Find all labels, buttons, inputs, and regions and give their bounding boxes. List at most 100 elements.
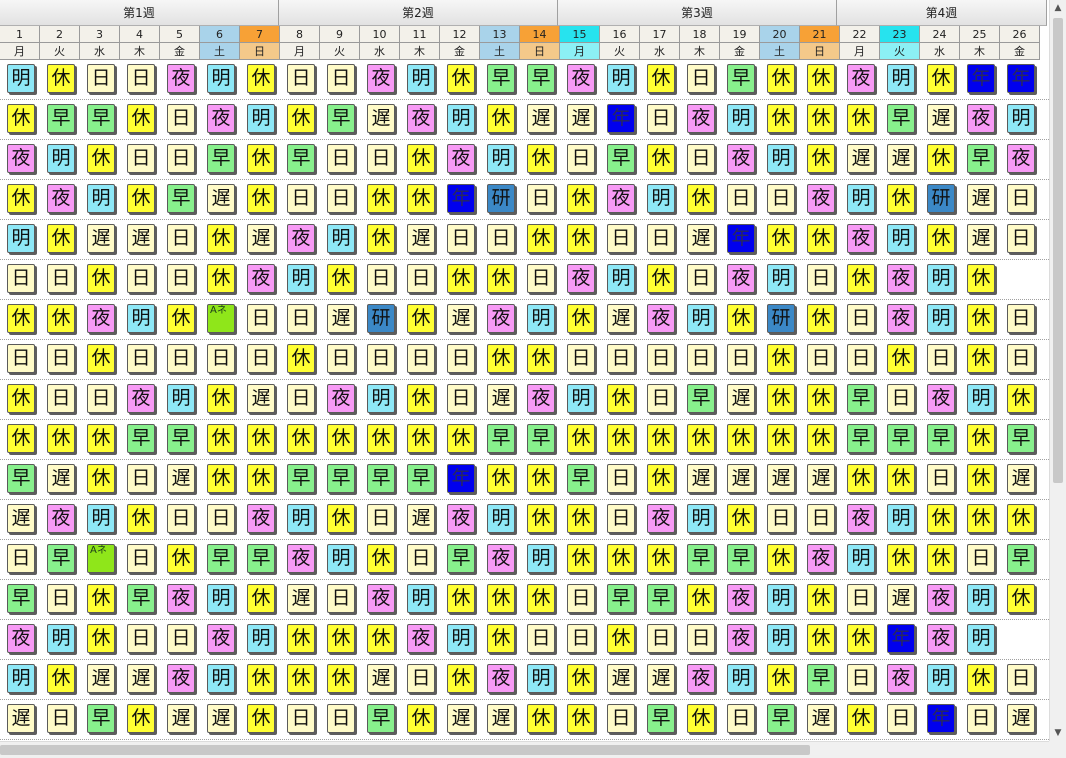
- shift-badge[interactable]: 早: [207, 144, 235, 173]
- schedule-cell[interactable]: 早: [200, 540, 240, 579]
- schedule-cell[interactable]: 早: [520, 60, 560, 99]
- shift-badge[interactable]: 日: [287, 184, 315, 213]
- shift-badge[interactable]: 休: [447, 584, 475, 613]
- shift-badge[interactable]: 日: [1007, 304, 1035, 333]
- shift-badge[interactable]: 休: [247, 144, 275, 173]
- shift-badge[interactable]: 日: [327, 584, 355, 613]
- schedule-cell[interactable]: 明: [440, 620, 480, 659]
- schedule-cell[interactable]: 明: [720, 660, 760, 699]
- schedule-cell[interactable]: 遅: [200, 180, 240, 219]
- schedule-cell[interactable]: 休: [800, 300, 840, 339]
- schedule-cell[interactable]: 休: [960, 660, 1000, 699]
- shift-badge[interactable]: 遅: [767, 464, 795, 493]
- shift-badge[interactable]: 夜: [7, 624, 35, 653]
- shift-badge[interactable]: 休: [367, 544, 395, 573]
- shift-badge[interactable]: 早: [647, 584, 675, 613]
- schedule-cell[interactable]: 休: [640, 140, 680, 179]
- shift-badge[interactable]: 明: [247, 104, 275, 133]
- schedule-cell[interactable]: 夜: [240, 260, 280, 299]
- shift-badge[interactable]: 日: [367, 344, 395, 373]
- shift-badge[interactable]: 休: [247, 704, 275, 733]
- schedule-cell[interactable]: 休: [120, 180, 160, 219]
- shift-badge[interactable]: 遅: [487, 704, 515, 733]
- schedule-cell[interactable]: 休: [960, 460, 1000, 499]
- shift-badge[interactable]: 早: [847, 384, 875, 413]
- schedule-cell[interactable]: 明: [920, 660, 960, 699]
- schedule-cell[interactable]: 休: [520, 140, 560, 179]
- schedule-cell[interactable]: 休: [0, 100, 40, 139]
- schedule-cell[interactable]: 休: [120, 100, 160, 139]
- shift-badge[interactable]: 日: [47, 384, 75, 413]
- schedule-cell[interactable]: 休: [0, 180, 40, 219]
- shift-badge[interactable]: 日: [687, 344, 715, 373]
- shift-badge[interactable]: 遅: [207, 704, 235, 733]
- shift-badge[interactable]: 日: [47, 344, 75, 373]
- schedule-cell[interactable]: 遅: [80, 660, 120, 699]
- schedule-cell[interactable]: 夜: [920, 580, 960, 619]
- shift-badge[interactable]: 明: [767, 264, 795, 293]
- shift-badge[interactable]: 休: [367, 424, 395, 453]
- scroll-down-arrow-icon[interactable]: ▼: [1050, 725, 1066, 741]
- schedule-cell[interactable]: 日: [800, 500, 840, 539]
- schedule-cell[interactable]: 夜: [280, 220, 320, 259]
- shift-badge[interactable]: 休: [567, 224, 595, 253]
- shift-badge[interactable]: 遅: [247, 384, 275, 413]
- shift-badge[interactable]: 日: [127, 624, 155, 653]
- schedule-cell[interactable]: 日: [640, 100, 680, 139]
- schedule-cell[interactable]: 遅: [280, 580, 320, 619]
- shift-badge[interactable]: 日: [367, 144, 395, 173]
- schedule-cell[interactable]: 休: [320, 620, 360, 659]
- schedule-cell[interactable]: 夜: [640, 500, 680, 539]
- shift-badge[interactable]: 早: [487, 424, 515, 453]
- shift-badge[interactable]: 日: [807, 264, 835, 293]
- shift-badge[interactable]: 休: [167, 304, 195, 333]
- schedule-cell[interactable]: 休: [280, 100, 320, 139]
- shift-badge[interactable]: 休: [807, 584, 835, 613]
- shift-badge[interactable]: 日: [1007, 224, 1035, 253]
- shift-badge[interactable]: 日: [647, 384, 675, 413]
- schedule-cell[interactable]: 明: [480, 140, 520, 179]
- shift-badge[interactable]: 夜: [687, 664, 715, 693]
- shift-badge[interactable]: 休: [447, 424, 475, 453]
- schedule-cell[interactable]: 夜: [280, 540, 320, 579]
- shift-badge[interactable]: 休: [7, 304, 35, 333]
- shift-badge[interactable]: 日: [687, 144, 715, 173]
- schedule-cell[interactable]: 明: [720, 100, 760, 139]
- shift-badge[interactable]: 夜: [287, 544, 315, 573]
- schedule-cell[interactable]: 夜: [560, 260, 600, 299]
- shift-badge[interactable]: 休: [807, 384, 835, 413]
- shift-badge[interactable]: 遅: [607, 664, 635, 693]
- schedule-cell[interactable]: 日: [840, 660, 880, 699]
- shift-badge[interactable]: 早: [327, 104, 355, 133]
- shift-badge[interactable]: 日: [327, 704, 355, 733]
- shift-badge[interactable]: 明: [447, 624, 475, 653]
- schedule-cell[interactable]: 年: [440, 460, 480, 499]
- shift-badge[interactable]: 遅: [687, 224, 715, 253]
- schedule-cell[interactable]: 研: [920, 180, 960, 219]
- schedule-cell[interactable]: 夜: [200, 620, 240, 659]
- schedule-cell[interactable]: 年: [600, 100, 640, 139]
- shift-badge[interactable]: 日: [407, 264, 435, 293]
- schedule-cell[interactable]: 休: [440, 260, 480, 299]
- shift-badge[interactable]: 夜: [887, 304, 915, 333]
- shift-badge[interactable]: 遅: [247, 224, 275, 253]
- schedule-cell[interactable]: 日: [400, 660, 440, 699]
- shift-badge[interactable]: 明: [287, 264, 315, 293]
- schedule-cell[interactable]: 日: [920, 340, 960, 379]
- shift-badge[interactable]: 休: [967, 504, 995, 533]
- shift-badge[interactable]: 休: [7, 424, 35, 453]
- schedule-cell[interactable]: 休: [480, 580, 520, 619]
- schedule-cell[interactable]: 明: [880, 60, 920, 99]
- shift-badge[interactable]: 休: [567, 544, 595, 573]
- schedule-cell[interactable]: 日: [840, 580, 880, 619]
- shift-badge[interactable]: 夜: [47, 184, 75, 213]
- schedule-cell[interactable]: 夜: [40, 500, 80, 539]
- schedule-cell[interactable]: 年: [880, 620, 920, 659]
- schedule-cell[interactable]: 休: [760, 660, 800, 699]
- shift-badge[interactable]: 日: [287, 304, 315, 333]
- schedule-cell[interactable]: 明: [560, 380, 600, 419]
- shift-badge[interactable]: 年: [1007, 64, 1035, 93]
- shift-badge[interactable]: 休: [807, 144, 835, 173]
- shift-badge[interactable]: 夜: [407, 104, 435, 133]
- schedule-cell[interactable]: 休: [320, 420, 360, 459]
